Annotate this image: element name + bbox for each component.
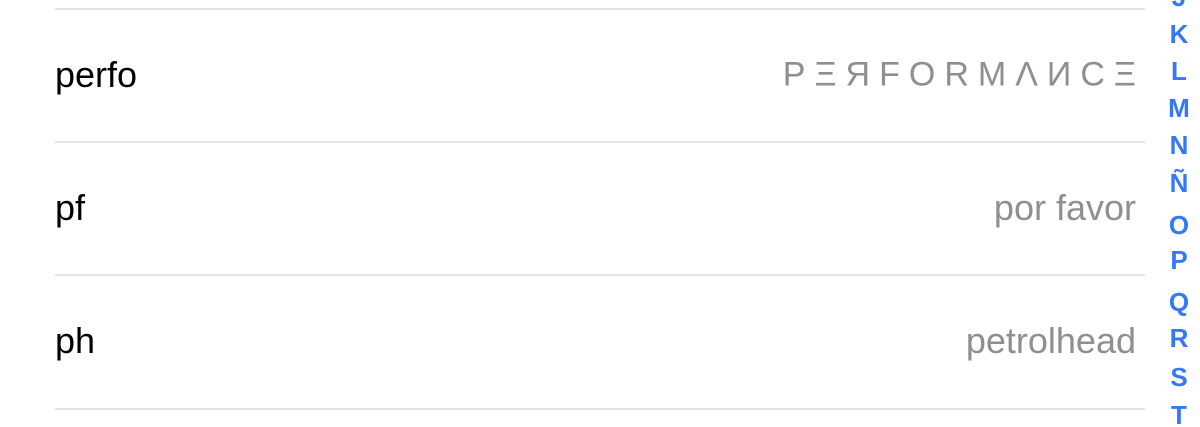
- shortcut-label: pf: [55, 187, 86, 228]
- index-letter-n-tilde[interactable]: Ñ: [1162, 168, 1196, 198]
- index-letter-t[interactable]: T: [1162, 400, 1196, 427]
- phrase-label: PΞЯFORMΛИCΞ: [782, 55, 1145, 94]
- index-letter-q[interactable]: Q: [1162, 287, 1196, 317]
- list-row-perfo[interactable]: perfo PΞЯFORMΛИCΞ: [0, 10, 1145, 140]
- list-row-ph[interactable]: ph petrolhead: [0, 276, 1145, 406]
- index-letter-k[interactable]: K: [1162, 19, 1196, 49]
- shortcut-label: ph: [55, 320, 96, 361]
- index-letter-n[interactable]: N: [1162, 130, 1196, 160]
- index-letter-o[interactable]: O: [1162, 210, 1196, 240]
- shortcut-label: perfo: [55, 54, 138, 95]
- index-letter-r[interactable]: R: [1162, 323, 1196, 353]
- index-letter-m[interactable]: M: [1162, 93, 1196, 123]
- phrase-label: petrolhead: [965, 320, 1136, 361]
- index-letter-s[interactable]: S: [1162, 362, 1196, 392]
- text-replacement-list: perfo PΞЯFORMΛИCΞ pf por favor ph petrol…: [0, 0, 1145, 427]
- index-letter-p[interactable]: P: [1162, 245, 1196, 275]
- index-letter-l[interactable]: L: [1162, 56, 1196, 86]
- row-separator: [55, 408, 1145, 410]
- phrase-label: por favor: [993, 187, 1136, 228]
- list-row-pf[interactable]: pf por favor: [0, 143, 1145, 273]
- index-letter-j[interactable]: J: [1162, 0, 1196, 12]
